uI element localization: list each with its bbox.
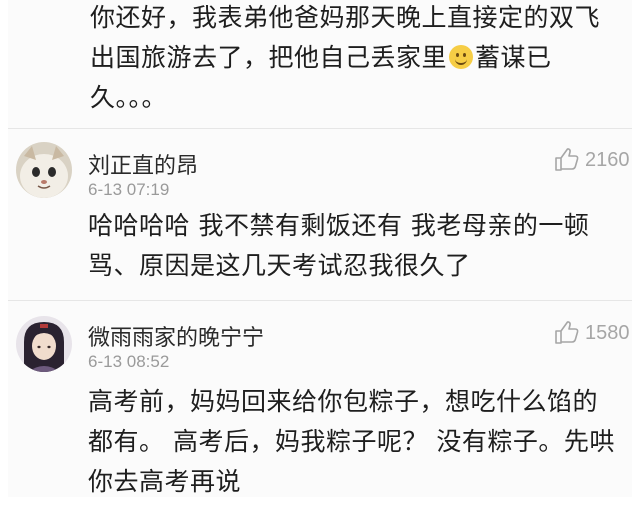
screenshot-frame: 你还好，我表弟他爸妈那天晚上直接定的双飞 出国旅游去了，把他自己丢家里 蓄谋已 久… xyxy=(0,0,640,507)
thumbs-up-icon xyxy=(555,148,579,171)
comment-timestamp: 6-13 08:52 xyxy=(88,352,170,371)
like-count: 2160 xyxy=(585,148,630,171)
comment-line: 你去高考再说 xyxy=(88,467,242,496)
comment-line: 久。。。 xyxy=(90,83,168,112)
comment-username[interactable]: 刘正直的昂 xyxy=(88,148,198,180)
like-button[interactable]: 2160 xyxy=(553,147,630,173)
divider xyxy=(8,300,632,301)
like-button[interactable]: 1580 xyxy=(553,320,630,346)
comment-line: 高考前，妈妈回来给你包粽子，想吃什么馅的 xyxy=(88,387,599,416)
comment-line: 骂、原因是这几天考试忍我很久了 xyxy=(88,251,471,280)
cat-avatar-icon xyxy=(16,142,72,198)
comment-line: 哈哈哈哈 我不禁有剩饭还有 我老母亲的一顿 xyxy=(88,211,590,240)
comment-text: 哈哈哈哈 我不禁有剩饭还有 我老母亲的一顿 骂、原因是这几天考试忍我很久了 xyxy=(88,206,589,286)
comment-line: 都有。 高考后，妈我粽子呢？ 没有粽子。先哄 xyxy=(88,427,615,456)
comment-text: 高考前，妈妈回来给你包粽子，想吃什么馅的 都有。 高考后，妈我粽子呢？ 没有粽子… xyxy=(88,382,615,497)
anime-character-avatar-icon xyxy=(16,316,72,372)
avatar[interactable] xyxy=(16,142,72,198)
comment-thread: 你还好，我表弟他爸妈那天晚上直接定的双飞 出国旅游去了，把他自己丢家里 蓄谋已 久… xyxy=(8,0,632,497)
thumbs-up-icon xyxy=(555,321,579,344)
continued-comment-text: 你还好，我表弟他爸妈那天晚上直接定的双飞 出国旅游去了，把他自己丢家里 蓄谋已 久… xyxy=(90,0,600,118)
avatar[interactable] xyxy=(16,316,72,372)
like-count: 1580 xyxy=(585,321,630,344)
comment-line-part: 出国旅游去了，把他自己丢家里 xyxy=(90,43,448,72)
comment-username[interactable]: 微雨雨家的晚宁宁 xyxy=(88,320,264,352)
comment-line: 你还好，我表弟他爸妈那天晚上直接定的双飞 xyxy=(90,3,601,32)
smiling-face-emoji-icon xyxy=(449,45,474,69)
comment-timestamp: 6-13 07:19 xyxy=(88,180,170,199)
divider xyxy=(8,128,632,129)
comment-line-part: 蓄谋已 xyxy=(475,43,552,72)
comment-line: 出国旅游去了，把他自己丢家里 蓄谋已 xyxy=(90,38,600,78)
